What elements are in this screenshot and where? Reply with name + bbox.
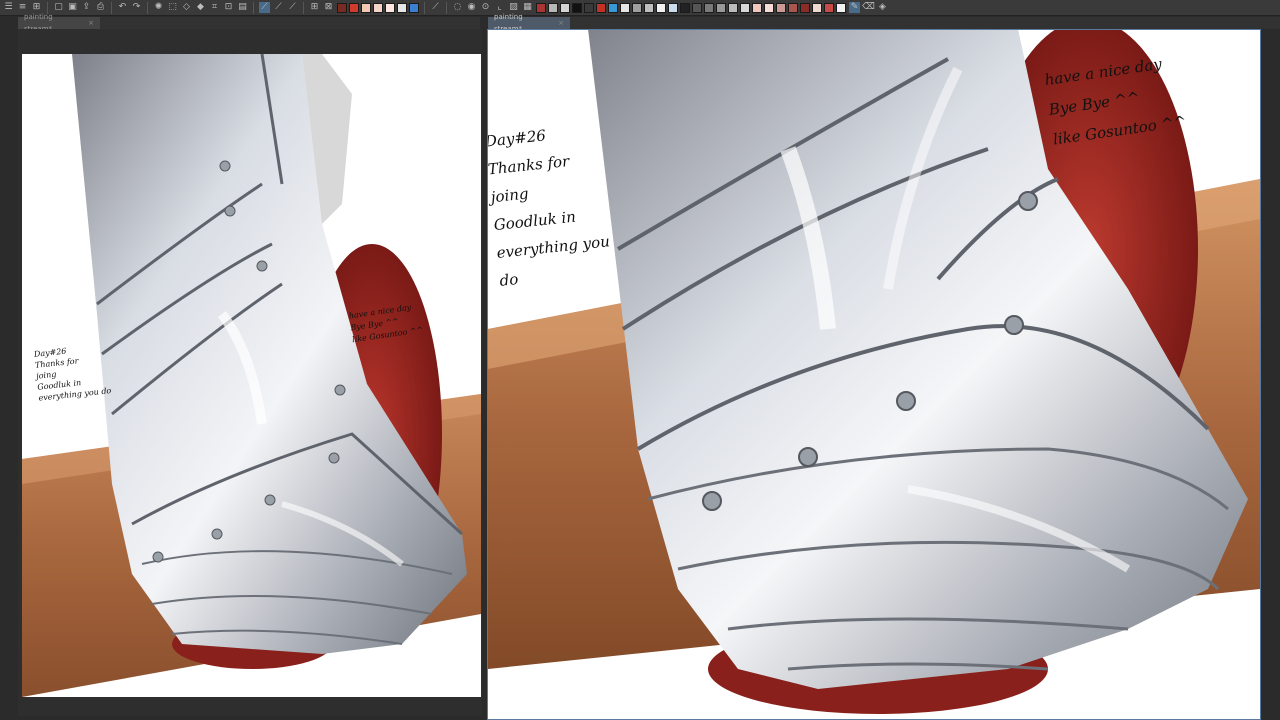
color-swatch[interactable] [812,2,822,13]
ruler2-icon[interactable]: ⊠ [323,2,334,13]
toolbar-divider [253,1,254,14]
color-swatch[interactable] [752,2,762,13]
color-swatch[interactable] [788,2,798,13]
color-swatch[interactable] [349,2,359,13]
toolbar-divider [147,1,148,14]
color-swatch[interactable] [560,2,570,13]
color-swatch[interactable] [656,2,666,13]
color-swatch[interactable] [668,2,678,13]
color-swatch[interactable] [716,2,726,13]
color-swatch[interactable] [409,2,419,13]
layer-icon[interactable]: ▤ [237,2,248,13]
right-scroll-area[interactable] [1261,29,1280,720]
transform-icon[interactable]: ⬚ [167,2,178,13]
selection-icon[interactable]: ⊡ [223,2,234,13]
fill-icon[interactable]: ◆ [195,2,206,13]
color-swatch[interactable] [397,2,407,13]
snap-icon[interactable]: ⊙ [480,2,491,13]
color-swatch[interactable] [572,2,582,13]
close-icon[interactable]: × [558,17,564,29]
color-palette-b [536,2,846,13]
color-swatch[interactable] [680,2,690,13]
color-swatch[interactable] [596,2,606,13]
crop-icon[interactable]: ⌗ [209,2,220,13]
color-swatch[interactable] [800,2,810,13]
color-swatch[interactable] [824,2,834,13]
color-swatch[interactable] [620,2,630,13]
color-swatch[interactable] [692,2,702,13]
left-canvas[interactable]: Day#26 Thanks for joing Goodluk in every… [22,54,481,697]
color-swatch[interactable] [644,2,654,13]
pen-tool-icon[interactable]: ✎ [849,2,860,13]
eye-icon[interactable]: ◉ [466,2,477,13]
toolbar-divider [424,1,425,14]
main-toolbar: ☰ ≡ ⊞ ▢ ▣ ⇪ ⎙ ↶ ↷ ✺ ⬚ ◇ ◆ ⌗ ⊡ ▤ ⟋ ⟋ ⟋ ⊞ … [0,0,1280,16]
pen-active-icon[interactable]: ⟋ [259,2,270,13]
handwritten-note-left: Day#26 Thanks for joing Goodluk in every… [33,339,130,403]
toolbar-divider [111,1,112,14]
toolbar-divider [446,1,447,14]
tab-painting-stream-left[interactable]: painting stream* × [18,13,100,33]
color-swatch[interactable] [373,2,383,13]
color-swatch[interactable] [584,2,594,13]
pen-icon[interactable]: ⟋ [273,2,284,13]
color-swatch[interactable] [776,2,786,13]
color-swatch[interactable] [740,2,750,13]
color-swatch[interactable] [836,2,846,13]
lasso-icon[interactable]: ◌ [452,2,463,13]
ruler3-icon[interactable]: ⟋ [430,2,441,13]
color-swatch[interactable] [764,2,774,13]
spinner-icon[interactable]: ✺ [153,2,164,13]
eraser-icon[interactable]: ⌫ [862,2,875,13]
grid-icon[interactable]: ⊞ [309,2,320,13]
right-canvas[interactable]: Day#26 Thanks for joing Goodluk in every… [488,29,1260,720]
left-tabbar: painting stream* × [18,13,480,33]
right-tabbar: painting stream* × [488,13,1280,33]
redo-icon[interactable]: ↷ [131,2,142,13]
color-swatch[interactable] [728,2,738,13]
export-icon[interactable]: ⇪ [81,2,92,13]
color-swatch[interactable] [361,2,371,13]
close-icon[interactable]: × [88,17,94,29]
undo-icon[interactable]: ↶ [117,2,128,13]
toolbar-divider [303,1,304,14]
handwritten-note-left: Day#26 Thanks for joing Goodluk in every… [488,115,620,295]
color-palette-a [337,2,419,13]
tab-painting-stream-right[interactable]: painting stream* × [488,13,570,33]
color-swatch[interactable] [632,2,642,13]
clear-icon[interactable]: ◇ [181,2,192,13]
menu-icon[interactable]: ☰ [3,2,14,13]
color-swatch[interactable] [608,2,618,13]
color-swatch[interactable] [337,2,347,13]
color-swatch[interactable] [704,2,714,13]
color-swatch[interactable] [385,2,395,13]
eraser2-icon[interactable]: ◈ [877,2,888,13]
print-icon[interactable]: ⎙ [95,2,106,13]
brush-icon[interactable]: ⟋ [287,2,298,13]
